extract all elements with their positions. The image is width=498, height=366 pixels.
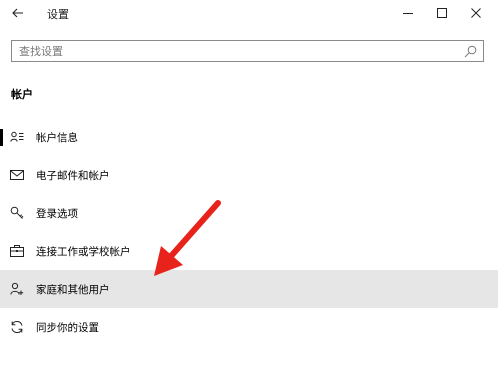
add-person-icon: [10, 282, 24, 295]
maximize-button[interactable]: [425, 0, 459, 26]
minimize-button[interactable]: [391, 0, 425, 26]
nav-label: 帐户信息: [36, 132, 78, 144]
back-arrow-icon: [12, 8, 23, 18]
nav-label: 电子邮件和帐户: [36, 170, 110, 182]
title-bar: 设置: [0, 0, 498, 28]
nav-item-family-other-users[interactable]: 家庭和其他用户: [0, 270, 498, 308]
close-icon: [471, 8, 481, 18]
search-box[interactable]: [11, 40, 484, 62]
sidebar-nav: 帐户信息 电子邮件和帐户 登录选项 连接工作或学校帐户 家庭和其他用户 同步你的…: [0, 118, 498, 346]
minimize-icon: [403, 13, 413, 14]
search-icon[interactable]: [464, 45, 477, 58]
key-icon: [10, 206, 24, 219]
nav-label: 同步你的设置: [36, 322, 99, 334]
section-title: 帐户: [11, 88, 33, 101]
nav-label: 登录选项: [36, 208, 78, 220]
nav-item-sync-settings[interactable]: 同步你的设置: [0, 308, 498, 346]
briefcase-icon: [10, 245, 24, 257]
nav-item-email-accounts[interactable]: 电子邮件和帐户: [0, 156, 498, 194]
window-title: 设置: [47, 8, 69, 21]
close-button[interactable]: [459, 0, 493, 26]
nav-item-sign-in-options[interactable]: 登录选项: [0, 194, 498, 232]
nav-item-work-school[interactable]: 连接工作或学校帐户: [0, 232, 498, 270]
nav-label: 家庭和其他用户: [36, 284, 110, 296]
search-input[interactable]: [12, 41, 483, 61]
maximize-icon: [437, 8, 447, 18]
mail-icon: [10, 170, 24, 180]
back-button[interactable]: [6, 2, 30, 24]
account-info-icon: [10, 131, 24, 142]
selection-indicator: [0, 129, 3, 146]
nav-item-account-info[interactable]: 帐户信息: [0, 118, 498, 156]
sync-icon: [11, 320, 23, 334]
nav-label: 连接工作或学校帐户: [36, 246, 131, 258]
